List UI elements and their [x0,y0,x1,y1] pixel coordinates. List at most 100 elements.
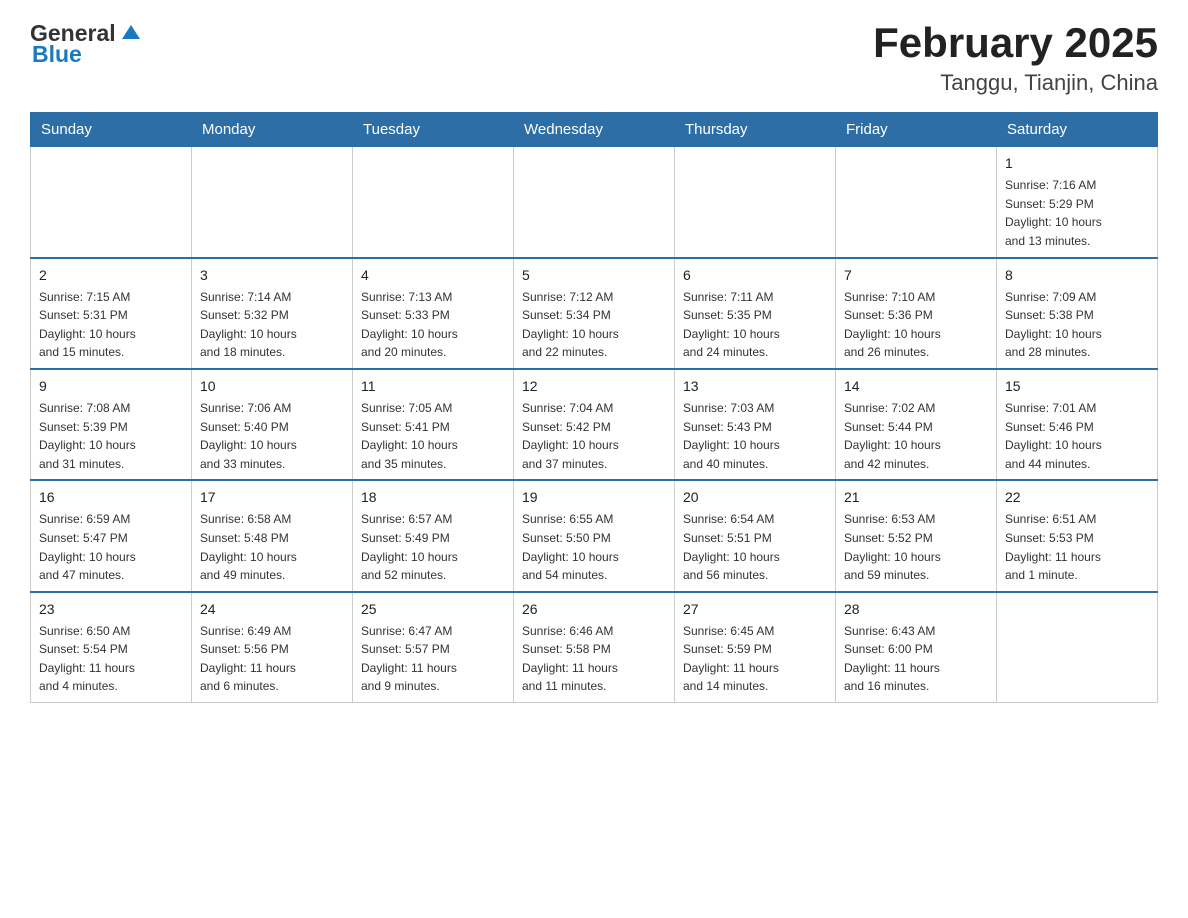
day-info: Sunrise: 6:47 AM Sunset: 5:57 PM Dayligh… [361,622,505,696]
calendar-cell [836,147,997,258]
day-number: 14 [844,376,988,397]
calendar-week-row: 2Sunrise: 7:15 AM Sunset: 5:31 PM Daylig… [31,258,1158,369]
day-info: Sunrise: 6:58 AM Sunset: 5:48 PM Dayligh… [200,510,344,584]
day-number: 17 [200,487,344,508]
day-info: Sunrise: 7:05 AM Sunset: 5:41 PM Dayligh… [361,399,505,473]
calendar-cell: 17Sunrise: 6:58 AM Sunset: 5:48 PM Dayli… [192,480,353,591]
day-number: 13 [683,376,827,397]
day-number: 2 [39,265,183,286]
calendar-cell: 14Sunrise: 7:02 AM Sunset: 5:44 PM Dayli… [836,369,997,480]
day-number: 12 [522,376,666,397]
page-header: General Blue February 2025 Tanggu, Tianj… [30,20,1158,96]
calendar-cell: 28Sunrise: 6:43 AM Sunset: 6:00 PM Dayli… [836,592,997,703]
calendar-week-row: 23Sunrise: 6:50 AM Sunset: 5:54 PM Dayli… [31,592,1158,703]
day-info: Sunrise: 7:16 AM Sunset: 5:29 PM Dayligh… [1005,176,1149,250]
day-info: Sunrise: 6:59 AM Sunset: 5:47 PM Dayligh… [39,510,183,584]
day-info: Sunrise: 7:14 AM Sunset: 5:32 PM Dayligh… [200,288,344,362]
day-number: 25 [361,599,505,620]
calendar-cell: 13Sunrise: 7:03 AM Sunset: 5:43 PM Dayli… [675,369,836,480]
day-number: 8 [1005,265,1149,286]
day-info: Sunrise: 6:57 AM Sunset: 5:49 PM Dayligh… [361,510,505,584]
day-header-wednesday: Wednesday [514,113,675,147]
calendar-cell: 21Sunrise: 6:53 AM Sunset: 5:52 PM Dayli… [836,480,997,591]
day-info: Sunrise: 7:04 AM Sunset: 5:42 PM Dayligh… [522,399,666,473]
calendar-cell: 19Sunrise: 6:55 AM Sunset: 5:50 PM Dayli… [514,480,675,591]
calendar-cell: 18Sunrise: 6:57 AM Sunset: 5:49 PM Dayli… [353,480,514,591]
day-info: Sunrise: 6:50 AM Sunset: 5:54 PM Dayligh… [39,622,183,696]
day-info: Sunrise: 6:51 AM Sunset: 5:53 PM Dayligh… [1005,510,1149,584]
day-info: Sunrise: 7:12 AM Sunset: 5:34 PM Dayligh… [522,288,666,362]
day-info: Sunrise: 7:01 AM Sunset: 5:46 PM Dayligh… [1005,399,1149,473]
calendar-cell [997,592,1158,703]
day-number: 15 [1005,376,1149,397]
calendar-cell: 9Sunrise: 7:08 AM Sunset: 5:39 PM Daylig… [31,369,192,480]
day-number: 4 [361,265,505,286]
day-info: Sunrise: 6:46 AM Sunset: 5:58 PM Dayligh… [522,622,666,696]
day-info: Sunrise: 7:11 AM Sunset: 5:35 PM Dayligh… [683,288,827,362]
day-number: 18 [361,487,505,508]
calendar-cell: 16Sunrise: 6:59 AM Sunset: 5:47 PM Dayli… [31,480,192,591]
day-number: 27 [683,599,827,620]
calendar-cell: 5Sunrise: 7:12 AM Sunset: 5:34 PM Daylig… [514,258,675,369]
calendar-cell: 1Sunrise: 7:16 AM Sunset: 5:29 PM Daylig… [997,147,1158,258]
calendar-cell: 10Sunrise: 7:06 AM Sunset: 5:40 PM Dayli… [192,369,353,480]
day-number: 16 [39,487,183,508]
logo-blue: Blue [32,41,82,68]
calendar-week-row: 1Sunrise: 7:16 AM Sunset: 5:29 PM Daylig… [31,147,1158,258]
day-number: 1 [1005,153,1149,174]
day-header-friday: Friday [836,113,997,147]
day-number: 11 [361,376,505,397]
day-number: 7 [844,265,988,286]
day-info: Sunrise: 7:08 AM Sunset: 5:39 PM Dayligh… [39,399,183,473]
calendar-cell: 25Sunrise: 6:47 AM Sunset: 5:57 PM Dayli… [353,592,514,703]
logo: General Blue [30,20,144,68]
calendar-cell: 6Sunrise: 7:11 AM Sunset: 5:35 PM Daylig… [675,258,836,369]
day-info: Sunrise: 6:45 AM Sunset: 5:59 PM Dayligh… [683,622,827,696]
calendar-cell: 24Sunrise: 6:49 AM Sunset: 5:56 PM Dayli… [192,592,353,703]
day-info: Sunrise: 6:43 AM Sunset: 6:00 PM Dayligh… [844,622,988,696]
calendar-title: February 2025 [873,20,1158,66]
calendar-header-row: SundayMondayTuesdayWednesdayThursdayFrid… [31,113,1158,147]
day-header-thursday: Thursday [675,113,836,147]
calendar-cell [353,147,514,258]
day-header-tuesday: Tuesday [353,113,514,147]
calendar-cell: 23Sunrise: 6:50 AM Sunset: 5:54 PM Dayli… [31,592,192,703]
day-number: 23 [39,599,183,620]
day-header-saturday: Saturday [997,113,1158,147]
calendar-cell: 15Sunrise: 7:01 AM Sunset: 5:46 PM Dayli… [997,369,1158,480]
title-block: February 2025 Tanggu, Tianjin, China [873,20,1158,96]
day-info: Sunrise: 6:54 AM Sunset: 5:51 PM Dayligh… [683,510,827,584]
calendar-cell: 27Sunrise: 6:45 AM Sunset: 5:59 PM Dayli… [675,592,836,703]
day-info: Sunrise: 7:13 AM Sunset: 5:33 PM Dayligh… [361,288,505,362]
day-number: 26 [522,599,666,620]
day-header-sunday: Sunday [31,113,192,147]
day-number: 5 [522,265,666,286]
day-info: Sunrise: 7:02 AM Sunset: 5:44 PM Dayligh… [844,399,988,473]
logo-icon [118,21,144,47]
day-info: Sunrise: 6:49 AM Sunset: 5:56 PM Dayligh… [200,622,344,696]
calendar-cell: 12Sunrise: 7:04 AM Sunset: 5:42 PM Dayli… [514,369,675,480]
day-info: Sunrise: 6:53 AM Sunset: 5:52 PM Dayligh… [844,510,988,584]
calendar-cell: 20Sunrise: 6:54 AM Sunset: 5:51 PM Dayli… [675,480,836,591]
day-number: 9 [39,376,183,397]
day-number: 28 [844,599,988,620]
calendar-cell: 2Sunrise: 7:15 AM Sunset: 5:31 PM Daylig… [31,258,192,369]
day-number: 19 [522,487,666,508]
day-number: 20 [683,487,827,508]
day-number: 21 [844,487,988,508]
calendar-subtitle: Tanggu, Tianjin, China [873,70,1158,96]
calendar-cell: 22Sunrise: 6:51 AM Sunset: 5:53 PM Dayli… [997,480,1158,591]
day-number: 3 [200,265,344,286]
calendar-cell: 26Sunrise: 6:46 AM Sunset: 5:58 PM Dayli… [514,592,675,703]
calendar-cell [192,147,353,258]
calendar-cell [31,147,192,258]
day-info: Sunrise: 6:55 AM Sunset: 5:50 PM Dayligh… [522,510,666,584]
calendar-cell: 8Sunrise: 7:09 AM Sunset: 5:38 PM Daylig… [997,258,1158,369]
calendar-cell: 3Sunrise: 7:14 AM Sunset: 5:32 PM Daylig… [192,258,353,369]
day-info: Sunrise: 7:10 AM Sunset: 5:36 PM Dayligh… [844,288,988,362]
day-number: 22 [1005,487,1149,508]
day-info: Sunrise: 7:06 AM Sunset: 5:40 PM Dayligh… [200,399,344,473]
calendar-week-row: 9Sunrise: 7:08 AM Sunset: 5:39 PM Daylig… [31,369,1158,480]
day-info: Sunrise: 7:15 AM Sunset: 5:31 PM Dayligh… [39,288,183,362]
calendar-cell [514,147,675,258]
